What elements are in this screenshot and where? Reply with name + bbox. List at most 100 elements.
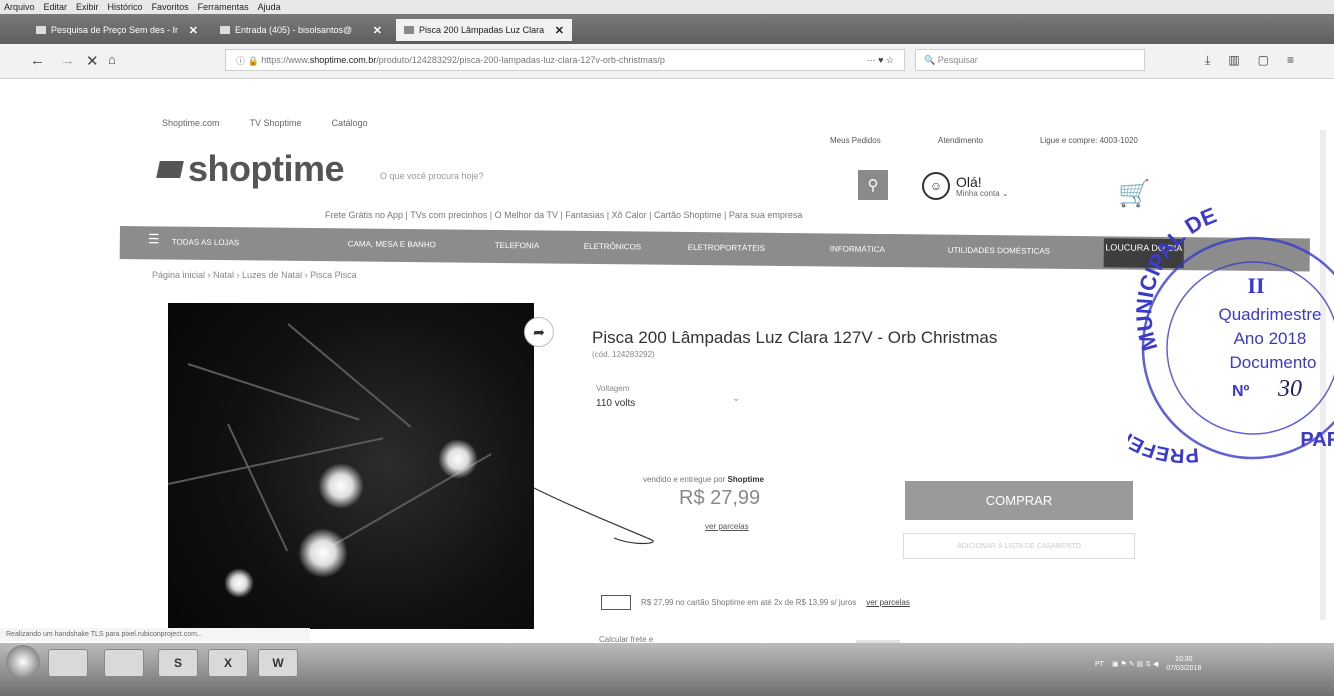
link-atendimento[interactable]: Atendimento [938,136,983,145]
explorer-taskbar-icon[interactable] [104,649,144,677]
pen-mark [534,487,654,545]
language-indicator[interactable]: PT [1095,661,1104,668]
stamp-number: 30 [1277,376,1302,402]
home-icon[interactable]: ⌂ [108,52,116,67]
site-logo[interactable]: shoptime [156,148,345,190]
product-code: (cód. 124283292) [592,350,655,359]
link-shoptime[interactable]: Shoptime.com [162,118,220,128]
system-tray: PT ▣ ⚑ ✎ ▤ ⇅ ◀ 10:30 07/03/2018 [1095,655,1201,673]
svg-text:MUNICIPAL DE: MUNICIPAL DE [1131,202,1220,353]
sidebar-icon[interactable]: ▢ [1258,53,1269,68]
stop-icon[interactable]: ✕ [86,52,99,70]
card-installments-link[interactable]: ver parcelas [866,598,910,607]
stamp-line3: Documento [1230,353,1317,372]
promo-links[interactable]: Frete Grátis no App | TVs com precinhos … [325,210,802,220]
card-offer: R$ 27,99 no cartão Shoptime em até 2x de… [601,595,910,610]
hamburger-icon[interactable]: ☰ [148,231,160,247]
page-scrollbar[interactable] [1320,130,1326,620]
installments-link[interactable]: ver parcelas [705,522,749,531]
share-icon[interactable]: ➦ [524,317,554,347]
url-prefix: https://www. [261,55,310,65]
clock-date: 07/03/2018 [1166,665,1202,672]
link-tv-shoptime[interactable]: TV Shoptime [250,118,302,128]
url-bar[interactable]: ⓘ 🔒 https://www. shoptime.com.br /produt… [225,49,905,71]
browser-search-input[interactable]: 🔍 Pesquisar [915,49,1145,71]
menu-exibir[interactable]: Exibir [76,2,99,12]
voltage-select[interactable]: 110 volts [596,398,635,409]
category-utilidades[interactable]: UTILIDADES DOMÉSTICAS [948,246,1050,256]
category-eletroportateis[interactable]: ELETROPORTÁTEIS [688,243,765,253]
url-domain: shoptime.com.br [309,55,377,65]
browser-taskbar-icon[interactable] [48,649,88,677]
back-icon[interactable]: ← [30,52,45,69]
category-eletronicos[interactable]: ELETRÔNICOS [584,242,641,252]
stamp-top-text: MUNICIPAL DE [1131,202,1220,353]
cart-icon[interactable]: 🛒 [1118,178,1150,209]
product-price: R$ 27,99 [679,487,761,509]
hamburger-menu-icon[interactable]: ≡ [1287,53,1294,68]
menu-ajuda[interactable]: Ajuda [258,2,281,12]
tab-label: Pisca 200 Lâmpadas Luz Clara [419,25,545,35]
buy-button[interactable]: COMPRAR [905,481,1133,520]
excel-taskbar-icon[interactable]: X [208,649,248,677]
link-catalogo[interactable]: Catálogo [332,118,368,128]
chevron-down-icon: ⌄ [1001,188,1009,198]
site-search-placeholder: O que você procura hoje? [380,171,484,181]
phone-number: Ligue e compre: 4003-1020 [1040,136,1138,145]
product-image[interactable] [168,303,534,629]
start-button[interactable] [6,645,40,679]
greeting: Olá! [956,173,982,190]
search-icon: 🔍 [924,54,938,65]
mail-icon [220,26,230,34]
close-tab-icon[interactable]: ✕ [373,24,382,37]
category-cama-mesa[interactable]: CAMA, MESA E BANHO [348,239,436,249]
link-meus-pedidos[interactable]: Meus Pedidos [830,136,881,145]
forward-icon[interactable]: → [60,52,75,69]
menu-arquivo[interactable]: Arquivo [4,2,35,12]
menu-ferramentas[interactable]: Ferramentas [198,2,249,12]
category-all[interactable]: TODAS AS LOJAS [172,238,240,248]
menu-bar: Arquivo Editar Exibir Histórico Favorito… [0,0,1334,14]
tray-icons[interactable]: ▣ ⚑ ✎ ▤ ⇅ ◀ [1112,660,1158,668]
clock-time: 10:30 [1175,656,1193,663]
tab-pisca[interactable]: Pisca 200 Lâmpadas Luz Clara ✕ [396,19,572,41]
category-informatica[interactable]: INFORMÁTICA [830,244,885,254]
user-icon: ☺ [922,172,950,200]
close-tab-icon[interactable]: ✕ [555,24,564,37]
my-account-label: Minha conta [956,188,1000,198]
seller-name: Shoptime [727,475,764,484]
status-bar: Realizando um handshake TLS para pixel.r… [0,628,310,641]
menu-editar[interactable]: Editar [44,2,68,12]
taskbar: S X W PT ▣ ⚑ ✎ ▤ ⇅ ◀ 10:30 07/03/2018 [0,643,1334,696]
category-telefonia[interactable]: TELEFONIA [495,241,540,250]
voltage-label: Voltagem [596,384,630,393]
skype-taskbar-icon[interactable]: S [158,649,198,677]
download-icon[interactable]: ⤓ [1205,53,1210,68]
page-actions-icon[interactable]: ··· ♥ ☆ [867,55,904,66]
tab-label: Entrada (405) - bisolsantos@ [235,25,353,35]
url-path: /produto/124283292/pisca-200-lampadas-lu… [376,55,665,65]
tab-entrada[interactable]: Entrada (405) - bisolsantos@ ✕ [212,19,390,41]
word-taskbar-icon[interactable]: W [258,649,298,677]
menu-favoritos[interactable]: Favoritos [152,2,189,12]
add-to-wedding-list-button[interactable]: ADICIONAR À LISTA DE CASAMENTO [903,533,1135,559]
navigation-bar: ← → ✕ ⌂ ⓘ 🔒 https://www. shoptime.com.br… [0,44,1334,79]
menu-historico[interactable]: Histórico [108,2,143,12]
tab-pesquisa[interactable]: Pesquisa de Preço Sem des - Ir ✕ [28,19,206,41]
logo-text: shoptime [188,148,345,189]
lock-icon: ⓘ 🔒 [236,55,262,66]
site-search-input[interactable]: O que você procura hoje? [370,162,850,190]
site-top-links: Shoptime.com TV Shoptime Catálogo [162,118,368,128]
clock[interactable]: 10:30 07/03/2018 [1166,655,1201,673]
account-menu[interactable]: ☺ Olá! Minha conta ⌄ [922,172,1009,200]
library-icon[interactable]: ▥ [1228,53,1239,68]
stamp-roman: II [1247,273,1264,298]
logo-mark-icon [156,160,184,178]
site-search-button[interactable]: ⚲ [858,170,888,200]
close-tab-icon[interactable]: ✕ [189,24,198,37]
chevron-down-icon[interactable]: ⌄ [732,393,740,404]
browser-search-placeholder: Pesquisar [937,55,978,65]
breadcrumb[interactable]: Página inicial › Natal › Luzes de Natal … [152,270,357,280]
category-loucura-do-dia[interactable]: LOUCURA DO DIA [1103,238,1184,269]
card-offer-text: R$ 27,99 no cartão Shoptime em até 2x de… [641,598,857,607]
